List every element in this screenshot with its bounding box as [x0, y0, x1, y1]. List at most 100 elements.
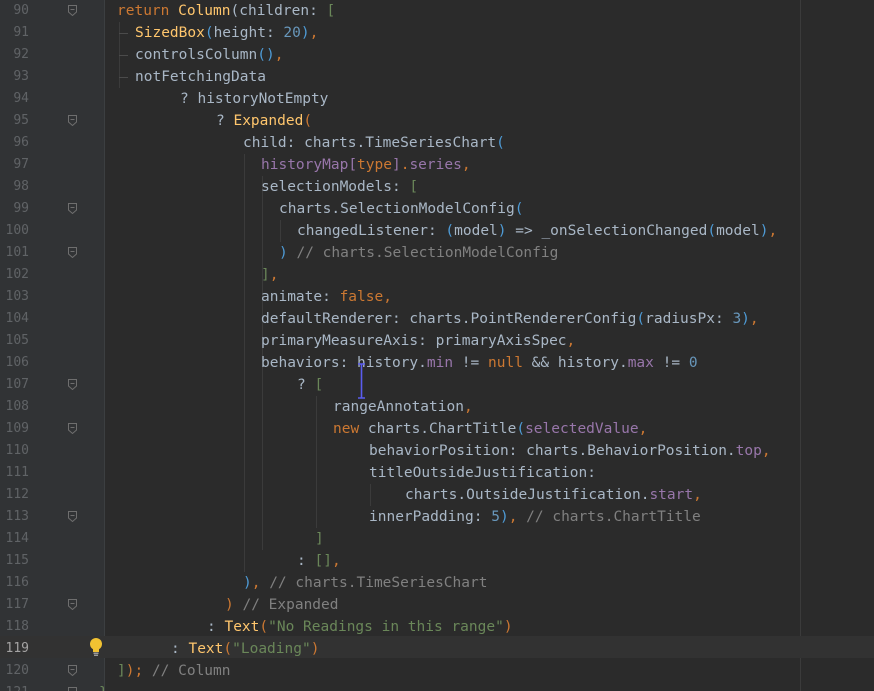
line-number: 106 — [5, 355, 29, 370]
line-number: 107 — [5, 377, 29, 392]
line-number: 120 — [5, 663, 29, 678]
code-line[interactable]: 112 charts.OutsideJustification.start, — [0, 484, 874, 506]
code-token: => _onSelectionChanged — [506, 223, 708, 239]
code-text: rangeAnnotation, — [333, 396, 473, 418]
code-text: charts.OutsideJustification.start, — [405, 484, 702, 506]
code-token: ( — [636, 311, 646, 327]
code-text: ) // Expanded — [225, 594, 339, 616]
code-line[interactable]: 90 return Column(children: [ — [0, 0, 874, 22]
code-text: : [], — [297, 550, 341, 572]
code-token: ( — [496, 135, 505, 151]
line-number: 98 — [13, 179, 29, 194]
code-token: } — [99, 685, 108, 691]
code-token: height: — [213, 25, 284, 41]
fold-marker-icon[interactable] — [68, 203, 77, 214]
code-token: 5 — [491, 509, 500, 525]
code-text: ? [ — [297, 374, 323, 396]
line-number: 111 — [5, 465, 29, 480]
code-token: , — [638, 421, 648, 437]
code-token: , — [566, 333, 576, 349]
fold-marker-icon[interactable] — [68, 115, 77, 126]
fold-marker-icon[interactable] — [68, 687, 77, 691]
code-line[interactable]: 102], — [0, 264, 874, 286]
code-token: null — [488, 355, 523, 371]
code-line[interactable]: 119: Text("Loading") — [0, 638, 874, 660]
code-line[interactable]: 100 changedListener: (model) => _onSelect… — [0, 220, 874, 242]
code-text: changedListener: (model) => _onSelection… — [297, 220, 777, 242]
code-editor[interactable]: 90 return Column(children: [91 SizedBox(he… — [0, 0, 874, 691]
fold-marker-icon[interactable] — [68, 247, 77, 258]
code-token: // charts.ChartTitle — [517, 509, 701, 525]
code-text: : Text("No Readings in this range") — [207, 616, 513, 638]
fold-marker-icon[interactable] — [68, 423, 77, 434]
code-text: behaviorPosition: charts.BehaviorPositio… — [369, 440, 771, 462]
code-line[interactable]: 109 new charts.ChartTitle(selectedValue, — [0, 418, 874, 440]
code-token: 3 — [732, 311, 742, 327]
code-line[interactable]: 110 behaviorPosition: charts.BehaviorPosi… — [0, 440, 874, 462]
fold-marker-icon[interactable] — [68, 5, 77, 16]
code-token: defaultRenderer: charts.PointRendererCon… — [261, 311, 637, 327]
fold-marker-icon[interactable] — [68, 511, 77, 522]
lightbulb-icon[interactable] — [88, 637, 104, 657]
code-line[interactable]: 114] — [0, 528, 874, 550]
code-token: TimeSeriesChart — [365, 135, 497, 151]
line-number: 90 — [13, 3, 29, 18]
code-line[interactable]: 121} — [0, 682, 874, 691]
code-line[interactable]: 105 primaryMeasureAxis: primaryAxisSpec, — [0, 330, 874, 352]
code-line[interactable]: 93 notFetchingData — [0, 66, 874, 88]
code-line[interactable]: 96 child: charts.TimeSeriesChart( — [0, 132, 874, 154]
code-line[interactable]: 111 titleOutsideJustification: — [0, 462, 874, 484]
code-line[interactable]: 97 historyMap[type].series, — [0, 154, 874, 176]
code-token: // charts.SelectionModelConfig — [287, 245, 559, 261]
code-line[interactable]: 101) // charts.SelectionModelConfig — [0, 242, 874, 264]
code-line[interactable]: 108 rangeAnnotation, — [0, 396, 874, 418]
code-line[interactable]: 120]); // Column — [0, 660, 874, 682]
code-token: ( — [204, 25, 214, 41]
fold-marker-icon[interactable] — [68, 379, 77, 390]
code-token: ) — [300, 25, 310, 41]
line-number: 102 — [5, 267, 29, 282]
code-token: changedListener: — [297, 223, 446, 239]
code-text: defaultRenderer: charts.PointRendererCon… — [261, 308, 759, 330]
code-token: : — [207, 619, 225, 635]
fold-marker-icon[interactable] — [68, 665, 77, 676]
code-text: } — [99, 682, 108, 691]
fold-marker-icon[interactable] — [68, 599, 77, 610]
code-line[interactable]: 113 innerPadding: 5), // charts.ChartTitl… — [0, 506, 874, 528]
code-line[interactable]: 106 behaviors: history.min != null && his… — [0, 352, 874, 374]
code-line[interactable]: 99 charts.SelectionModelConfig( — [0, 198, 874, 220]
code-line[interactable]: 117) // Expanded — [0, 594, 874, 616]
code-line[interactable]: 115: [], — [0, 550, 874, 572]
code-line[interactable]: 107 ? [ — [0, 374, 874, 396]
code-line[interactable]: 92 controlsColumn(), — [0, 44, 874, 66]
code-text: behaviors: history.min != null && histor… — [261, 352, 698, 374]
code-line[interactable]: 94? historyNotEmpty — [0, 88, 874, 110]
line-number: 112 — [5, 487, 29, 502]
code-line[interactable]: 103 animate: false, — [0, 286, 874, 308]
line-number: 103 — [5, 289, 29, 304]
code-line[interactable]: 91 SizedBox(height: 20), — [0, 22, 874, 44]
code-token: , — [331, 553, 341, 569]
code-token: charts.ChartTitle — [367, 421, 517, 437]
code-line[interactable]: 116), // charts.TimeSeriesChart — [0, 572, 874, 594]
code-token: selectionModels: — [261, 179, 410, 195]
code-token: ); — [125, 663, 144, 679]
code-token: [ — [348, 157, 358, 173]
code-token: "Loading" — [232, 641, 311, 657]
code-text: ], — [261, 264, 278, 286]
code-token: series — [409, 157, 462, 173]
line-number: 97 — [13, 157, 29, 172]
code-token: // charts.TimeSeriesChart — [260, 575, 488, 591]
code-line[interactable]: 104 defaultRenderer: charts.PointRenderer… — [0, 308, 874, 330]
code-line[interactable]: 118: Text("No Readings in this range") — [0, 616, 874, 638]
code-line[interactable]: 95? Expanded( — [0, 110, 874, 132]
code-token: radiusPx: — [645, 311, 733, 327]
code-text: primaryMeasureAxis: primaryAxisSpec, — [261, 330, 575, 352]
code-token: min — [426, 355, 454, 371]
code-token: , — [749, 311, 759, 327]
code-token: ] — [391, 157, 401, 173]
code-token: ] — [315, 531, 324, 547]
code-line[interactable]: 98 selectionModels: [ — [0, 176, 874, 198]
code-text: notFetchingData — [135, 66, 266, 88]
code-text: charts.SelectionModelConfig( — [279, 198, 523, 220]
